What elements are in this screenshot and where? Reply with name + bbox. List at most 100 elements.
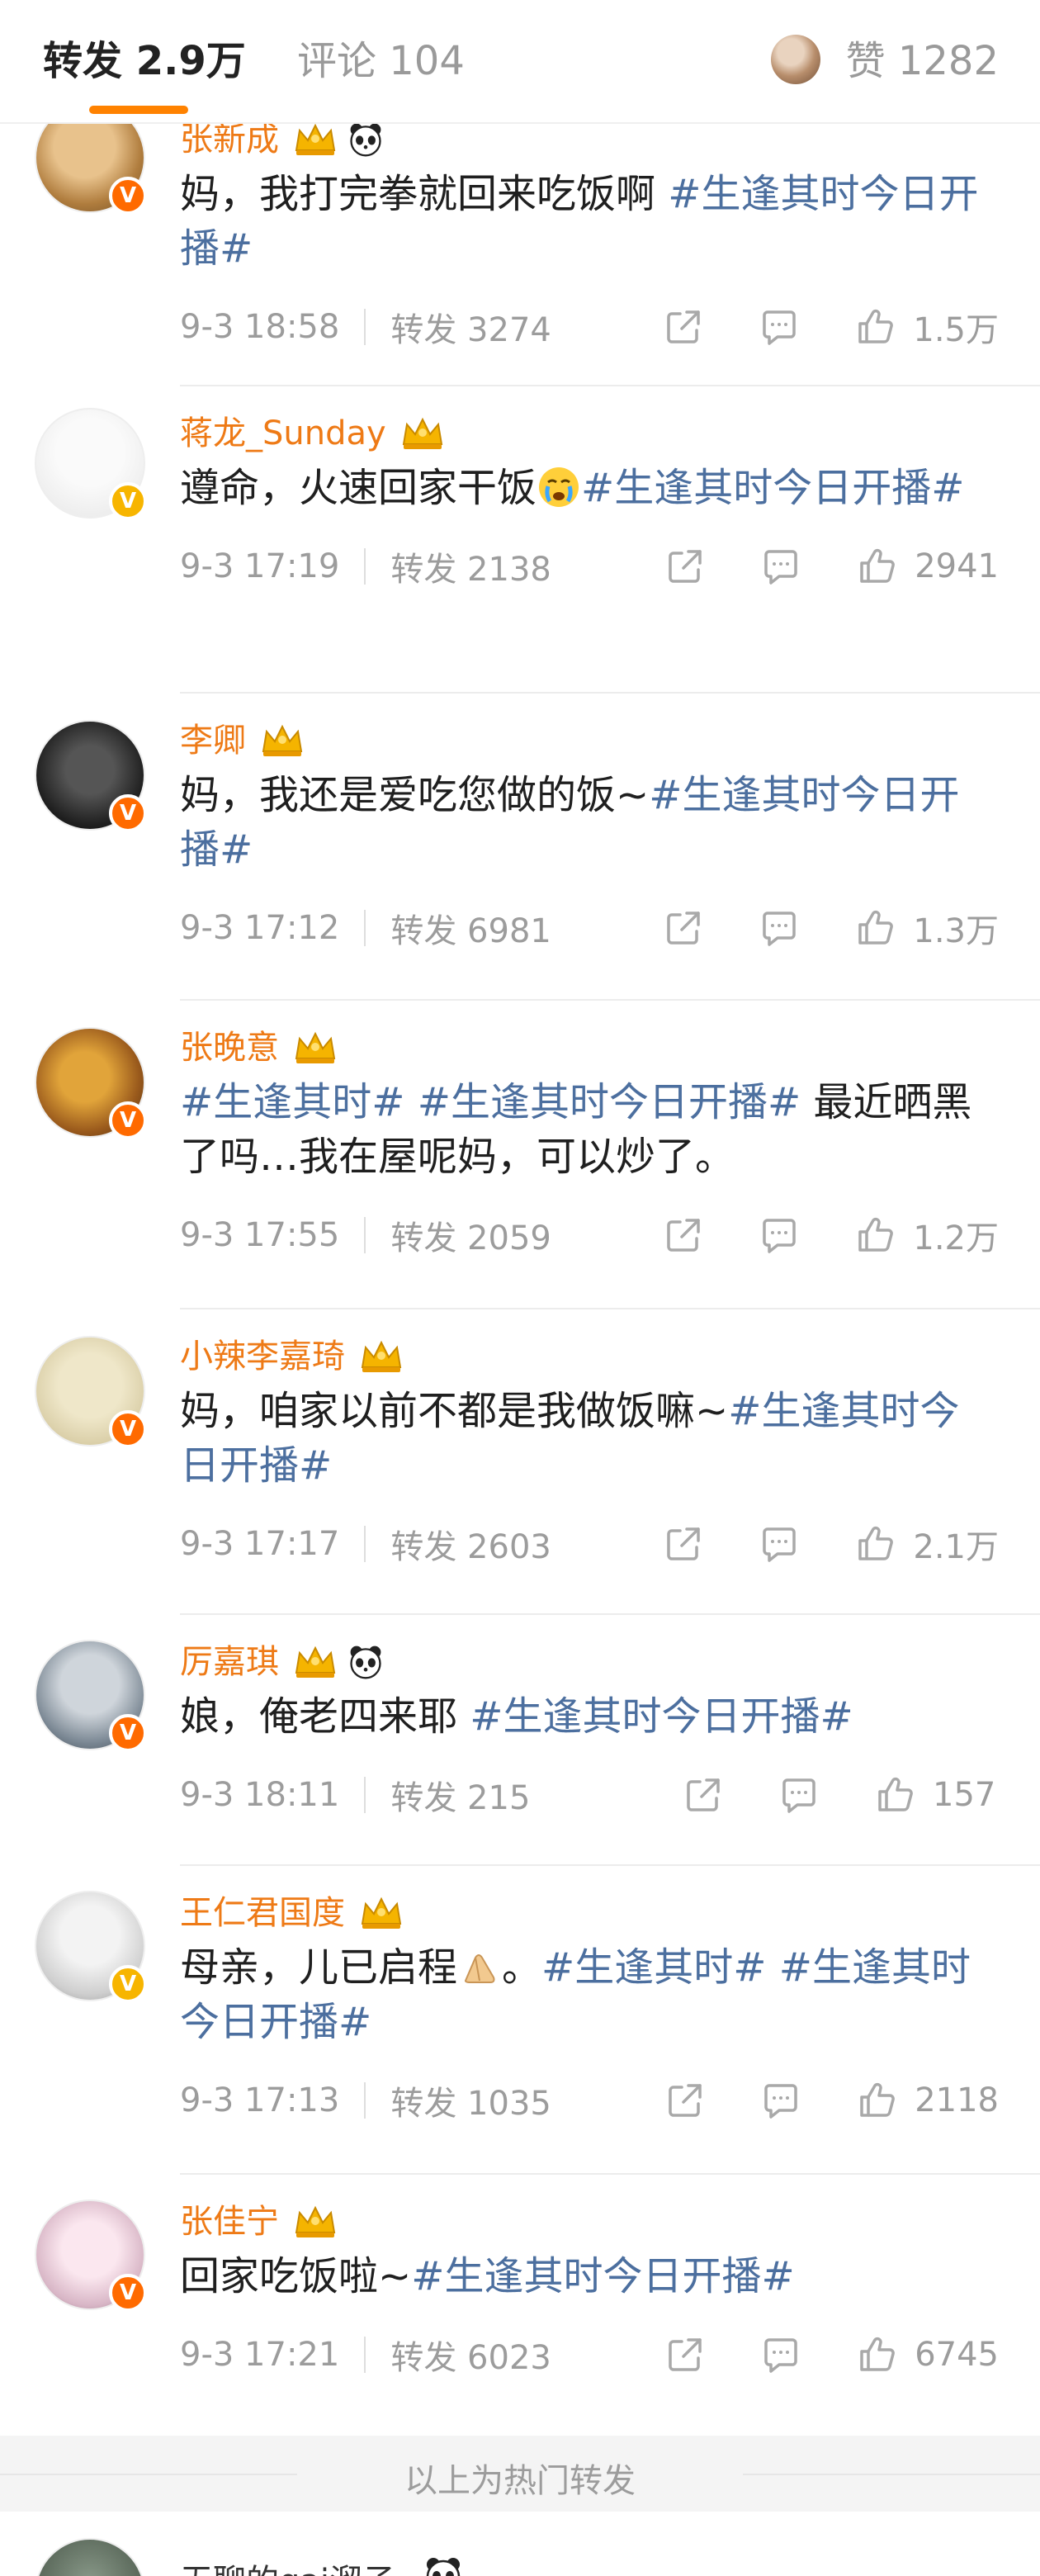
share-icon[interactable] xyxy=(662,2077,708,2124)
repost-body: 蒋龙_Sunday 遵命，火速回家干饭 #生逢其时今日开播# 9-3 17:19 转发 … xyxy=(0,386,1040,590)
user-name[interactable]: 张晚意 xyxy=(180,1026,279,1069)
share-icon[interactable] xyxy=(660,1212,707,1258)
repost-text: #生逢其时# #生逢其时今日开播# 最近晒黑了吗…我在屋呢妈，可以炒了。 xyxy=(180,1075,999,1184)
comment-icon[interactable] xyxy=(756,1521,802,1567)
repost-body: 张晚意 #生逢其时# #生逢其时今日开播# 最近晒黑了吗…我在屋呢妈，可以炒了。 9… xyxy=(0,1001,1040,1258)
action-bar: 2118 xyxy=(662,2077,999,2124)
comment-icon[interactable] xyxy=(758,543,804,590)
repost-item[interactable]: V 张晚意 #生逢其时# #生逢其时今日开播# 最近晒黑了吗…我在屋呢妈，可以炒了。… xyxy=(0,1001,1040,1309)
active-tab-indicator xyxy=(89,106,188,114)
meta-row: 9-3 17:17 转发 2603 2.1万 xyxy=(180,1521,999,1567)
user-name[interactable]: 蒋龙_Sunday xyxy=(180,412,386,455)
divider-line-right xyxy=(743,2474,1040,2475)
like-button[interactable]: 2118 xyxy=(853,2077,999,2124)
like-icon xyxy=(852,304,898,350)
repost-item[interactable]: V 李卿 妈，我还是爱吃您做的饭~#生逢其时今日开播# 9-3 17:12 转发 698… xyxy=(0,694,1040,1001)
repost-item[interactable]: V 蒋龙_Sunday 遵命，火速回家干饭 #生逢其时今日开播# 9-3 17:19 转发… xyxy=(0,386,1040,694)
comment-icon[interactable] xyxy=(758,2332,804,2378)
timestamp: 9-3 17:55 xyxy=(180,1216,340,1254)
repost-item[interactable]: V 小辣李嘉琦 妈，咱家以前不都是我做饭嘛~#生逢其时今日开播# 9-3 17:17 转… xyxy=(0,1309,1040,1615)
like-count: 2941 xyxy=(915,547,999,585)
like-button[interactable]: 1.3万 xyxy=(852,904,999,952)
repost-item[interactable]: V 王仁君国度 母亲，儿已启程 。#生逢其时# #生逢其时今日开播# 9-3 17:13… xyxy=(0,1866,1040,2175)
repost-item[interactable]: V 张佳宁 回家吃饭啦~#生逢其时今日开播# 9-3 17:21 转发 6023 6745 xyxy=(0,2175,1040,2462)
share-icon[interactable] xyxy=(660,905,707,951)
like-button[interactable]: 2941 xyxy=(853,543,999,590)
crown-icon xyxy=(291,2201,340,2242)
user-name[interactable]: 李卿 xyxy=(180,719,246,762)
hashtag-link[interactable]: #生逢其时# xyxy=(180,1079,404,1125)
name-row: 厉嘉琪 xyxy=(180,1638,999,1686)
like-button[interactable]: 157 xyxy=(872,1772,999,1818)
comment-icon[interactable] xyxy=(756,304,802,350)
timestamp: 9-3 17:19 xyxy=(180,547,340,585)
comment-icon[interactable] xyxy=(758,2077,804,2124)
meta-row: 9-3 17:21 转发 6023 6745 xyxy=(180,2332,999,2378)
meta-divider xyxy=(364,1777,366,1813)
crown-icon xyxy=(398,413,447,454)
repost-item-partial[interactable]: 无聊的gai溜子 xyxy=(0,2512,1040,2576)
hashtag-link[interactable]: #生逢其时# xyxy=(541,1944,766,1991)
action-bar: 1.2万 xyxy=(660,1212,999,1258)
user-name[interactable]: 无聊的gai溜子 xyxy=(180,2555,395,2576)
like-button[interactable]: 1.2万 xyxy=(852,1211,999,1259)
like-icon xyxy=(853,2077,900,2124)
like-count: 2118 xyxy=(915,2081,999,2119)
meta-divider xyxy=(364,2337,366,2373)
crown-icon xyxy=(258,720,307,761)
timestamp: 9-3 17:17 xyxy=(180,1525,340,1563)
share-icon[interactable] xyxy=(662,543,708,590)
timestamp: 9-3 18:58 xyxy=(180,308,340,346)
user-name[interactable]: 张新成 xyxy=(180,118,279,161)
comment-icon[interactable] xyxy=(776,1772,822,1818)
hashtag-link[interactable]: #生逢其时今日开播# xyxy=(581,465,964,511)
repost-item[interactable]: V 张新成 妈，我打完拳就回来吃饭啊 #生逢其时今日开播# 9-3 18:58 转发 3… xyxy=(0,102,1040,386)
repost-message: 妈，我打完拳就回来吃饭啊 xyxy=(180,171,669,217)
meta-divider xyxy=(364,1217,366,1253)
comment-icon[interactable] xyxy=(756,905,802,951)
like-count: 1.5万 xyxy=(913,311,999,349)
tab-comments[interactable]: 评论 104 xyxy=(297,36,465,86)
crown-icon xyxy=(291,1641,340,1683)
repost-count: 转发 6981 xyxy=(390,912,551,950)
tab-likes[interactable]: 赞 1282 xyxy=(846,36,999,86)
like-button[interactable]: 2.1万 xyxy=(852,1520,999,1568)
hashtag-link[interactable]: #生逢其时今日开播# xyxy=(418,1079,801,1125)
timestamp: 9-3 17:13 xyxy=(180,2081,340,2119)
name-row: 张晚意 xyxy=(180,1024,999,1072)
meta-row: 9-3 17:12 转发 6981 1.3万 xyxy=(180,905,999,951)
repost-item[interactable]: V 厉嘉琪 娘，俺老四来耶 #生逢其时今日开播# 9-3 18:11 转发 215 157 xyxy=(0,1615,1040,1866)
liker-avatar[interactable] xyxy=(771,35,820,84)
crown-icon xyxy=(357,1892,406,1934)
repost-count: 转发 1035 xyxy=(390,2085,551,2123)
hashtag-link[interactable]: #生逢其时今日开播# xyxy=(411,2253,794,2299)
share-icon[interactable] xyxy=(680,1772,726,1818)
like-button[interactable]: 6745 xyxy=(853,2332,999,2378)
avatar[interactable] xyxy=(35,2538,145,2576)
share-icon[interactable] xyxy=(662,2332,708,2378)
repost-count: 转发 3274 xyxy=(390,311,551,349)
share-icon[interactable] xyxy=(660,1521,707,1567)
repost-text: 娘，俺老四来耶 #生逢其时今日开播# xyxy=(180,1689,999,1744)
repost-message: 遵命，火速回家干饭 xyxy=(180,465,537,511)
timestamp: 9-3 17:21 xyxy=(180,2336,340,2374)
panda-icon xyxy=(345,1641,386,1683)
user-name[interactable]: 小辣李嘉琦 xyxy=(180,1335,345,1378)
hashtag-link[interactable]: #生逢其时今日开播# xyxy=(470,1693,853,1740)
crown-icon xyxy=(291,119,340,160)
user-name[interactable]: 厉嘉琪 xyxy=(180,1641,279,1683)
like-count: 157 xyxy=(933,1776,996,1814)
repost-message: 母亲，儿已启程 xyxy=(180,1944,458,1991)
comment-icon[interactable] xyxy=(756,1212,802,1258)
name-row: 王仁君国度 xyxy=(180,1889,999,1937)
user-name[interactable]: 王仁君国度 xyxy=(180,1892,345,1934)
like-button[interactable]: 1.5万 xyxy=(852,303,999,351)
user-name[interactable]: 张佳宁 xyxy=(180,2200,279,2243)
repost-message: 妈，咱家以前不都是我做饭嘛~ xyxy=(180,1388,729,1434)
tab-reposts[interactable]: 转发 2.9万 xyxy=(43,36,246,86)
crying-face-icon xyxy=(537,465,581,509)
share-icon[interactable] xyxy=(660,304,707,350)
folded-hands-icon xyxy=(457,1944,502,1989)
action-bar: 6745 xyxy=(662,2332,999,2378)
like-count: 2.1万 xyxy=(913,1528,999,1566)
